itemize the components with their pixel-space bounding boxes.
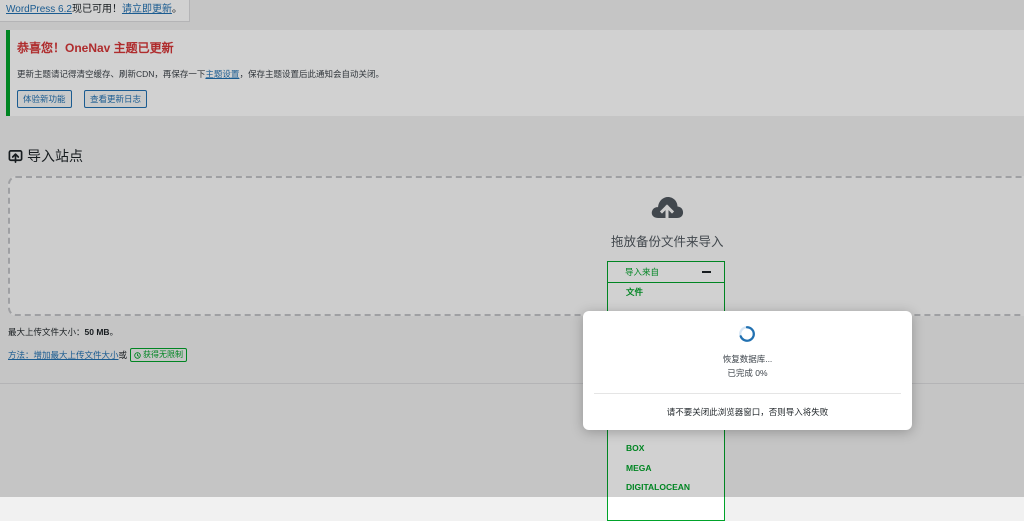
restore-status-text: 恢复数据库...	[722, 354, 773, 364]
progress-percent: 已完成 0%	[727, 368, 768, 378]
admin-page: WordPress 6.2现已可用！请立即更新。 恭喜您！OneNav 主题已更…	[0, 0, 1024, 521]
loading-spinner-icon	[739, 326, 755, 342]
do-not-close-warning: 请不要关闭此浏览器窗口，否则导入将失败	[666, 407, 829, 417]
restore-progress-dialog: 恢复数据库... 已完成 0% 请不要关闭此浏览器窗口，否则导入将失败	[583, 311, 912, 430]
modal-divider	[594, 393, 901, 394]
